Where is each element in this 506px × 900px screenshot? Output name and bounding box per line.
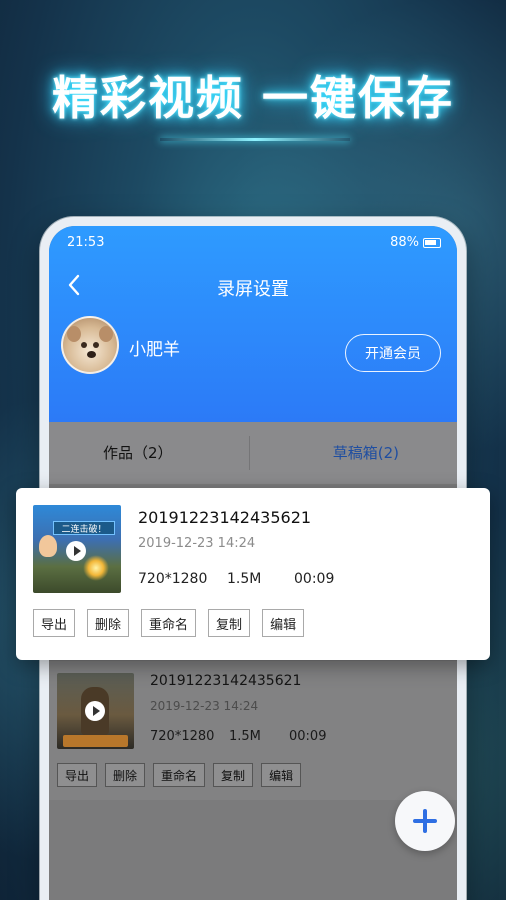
thumbnail-hero [39, 535, 57, 557]
recording-duration: 00:09 [289, 729, 327, 744]
recording-actions: 导出 删除 重命名 复制 编辑 [57, 763, 302, 787]
status-battery: 88% [390, 235, 441, 250]
delete-button[interactable]: 删除 [105, 763, 146, 787]
avatar-ear-right [99, 326, 113, 342]
avatar-eye-right [93, 342, 99, 348]
rename-button[interactable]: 重命名 [153, 763, 206, 787]
headline-underline [160, 138, 350, 141]
copy-button[interactable]: 复制 [213, 763, 254, 787]
tab-bar: 作品（2） 草稿箱(2) [49, 422, 457, 484]
recording-date: 2019-12-23 14:24 [138, 536, 256, 551]
app-header: 21:53 88% 录屏设置 小肥羊 开通会员 [49, 226, 457, 422]
plus-icon [413, 809, 437, 833]
recording-size: 1.5M [227, 571, 262, 587]
thumbnail-banner [63, 735, 128, 747]
play-icon[interactable] [85, 701, 105, 721]
edit-button[interactable]: 编辑 [262, 609, 305, 637]
recording-resolution: 720*1280 [138, 571, 208, 587]
export-button[interactable]: 导出 [57, 763, 98, 787]
highlighted-recording-card[interactable]: 二连击破！ 20191223142435621 2019-12-23 14:24… [16, 488, 490, 660]
battery-percent: 88% [390, 235, 419, 250]
recording-title: 20191223142435621 [150, 673, 302, 689]
video-thumbnail[interactable] [57, 673, 134, 749]
add-recording-button[interactable] [395, 791, 455, 851]
rename-button[interactable]: 重命名 [141, 609, 197, 637]
thumbnail-caption: 二连击破！ [53, 521, 115, 535]
status-time: 21:53 [67, 235, 105, 250]
avatar-ear-left [67, 326, 81, 342]
vip-button[interactable]: 开通会员 [345, 334, 441, 372]
page-title: 录屏设置 [217, 279, 289, 300]
video-thumbnail[interactable]: 二连击破！ [33, 505, 121, 593]
username: 小肥羊 [129, 340, 180, 360]
thumbnail-effect [83, 555, 109, 581]
play-icon[interactable] [66, 541, 86, 561]
copy-button[interactable]: 复制 [208, 609, 251, 637]
list-item[interactable]: 20191223142435621 2019-12-23 14:24 720*1… [49, 661, 457, 800]
export-button[interactable]: 导出 [33, 609, 76, 637]
delete-button[interactable]: 删除 [87, 609, 130, 637]
recording-title: 20191223142435621 [138, 508, 312, 527]
recording-size: 1.5M [229, 729, 261, 744]
battery-icon [423, 237, 441, 248]
recording-date: 2019-12-23 14:24 [150, 699, 259, 713]
recording-resolution: 720*1280 [150, 729, 215, 744]
recording-actions: 导出 删除 重命名 复制 编辑 [33, 609, 305, 637]
recording-duration: 00:09 [294, 571, 335, 587]
edit-button[interactable]: 编辑 [261, 763, 302, 787]
tab-divider [249, 436, 250, 470]
avatar-eye-left [81, 342, 87, 348]
avatar[interactable] [61, 316, 119, 374]
promo-headline: 精彩视频 一键保存 [51, 71, 454, 125]
avatar-nose [87, 351, 96, 358]
tab-works[interactable]: 作品（2） [103, 442, 173, 463]
tab-drafts[interactable]: 草稿箱(2) [333, 442, 399, 463]
